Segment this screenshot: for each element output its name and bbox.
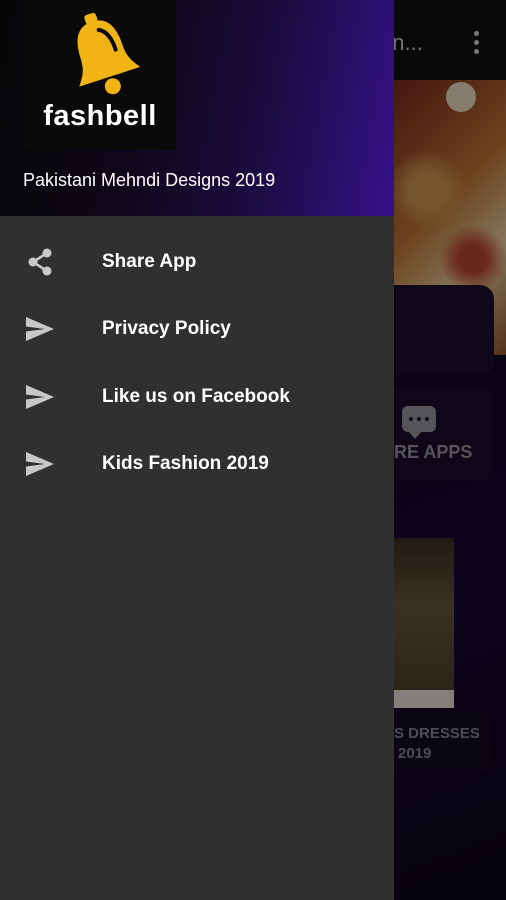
menu-item-privacy-policy[interactable]: Privacy Policy xyxy=(0,296,394,364)
share-icon xyxy=(28,248,52,276)
menu-item-label: Like us on Facebook xyxy=(102,385,290,407)
menu-item-kids-fashion[interactable]: Kids Fashion 2019 xyxy=(0,431,394,499)
drawer-menu: Share App Privacy Policy Like us on Face… xyxy=(0,228,394,498)
menu-item-label: Privacy Policy xyxy=(102,318,231,340)
send-icon xyxy=(26,452,54,477)
drawer-header: fashbell Pakistani Mehndi Designs 2019 xyxy=(0,0,394,216)
send-icon xyxy=(26,384,54,409)
menu-item-like-facebook[interactable]: Like us on Facebook xyxy=(0,363,394,431)
send-icon xyxy=(26,317,54,342)
bell-icon xyxy=(77,12,141,95)
app-logo: fashbell xyxy=(24,0,176,150)
menu-item-share-app[interactable]: Share App xyxy=(0,228,394,296)
navigation-drawer: fashbell Pakistani Mehndi Designs 2019 S… xyxy=(0,0,394,900)
logo-text: fashbell xyxy=(43,100,157,132)
menu-item-label: Share App xyxy=(102,250,197,272)
drawer-header-title: Pakistani Mehndi Designs 2019 xyxy=(23,170,276,190)
menu-item-label: Kids Fashion 2019 xyxy=(102,453,269,475)
